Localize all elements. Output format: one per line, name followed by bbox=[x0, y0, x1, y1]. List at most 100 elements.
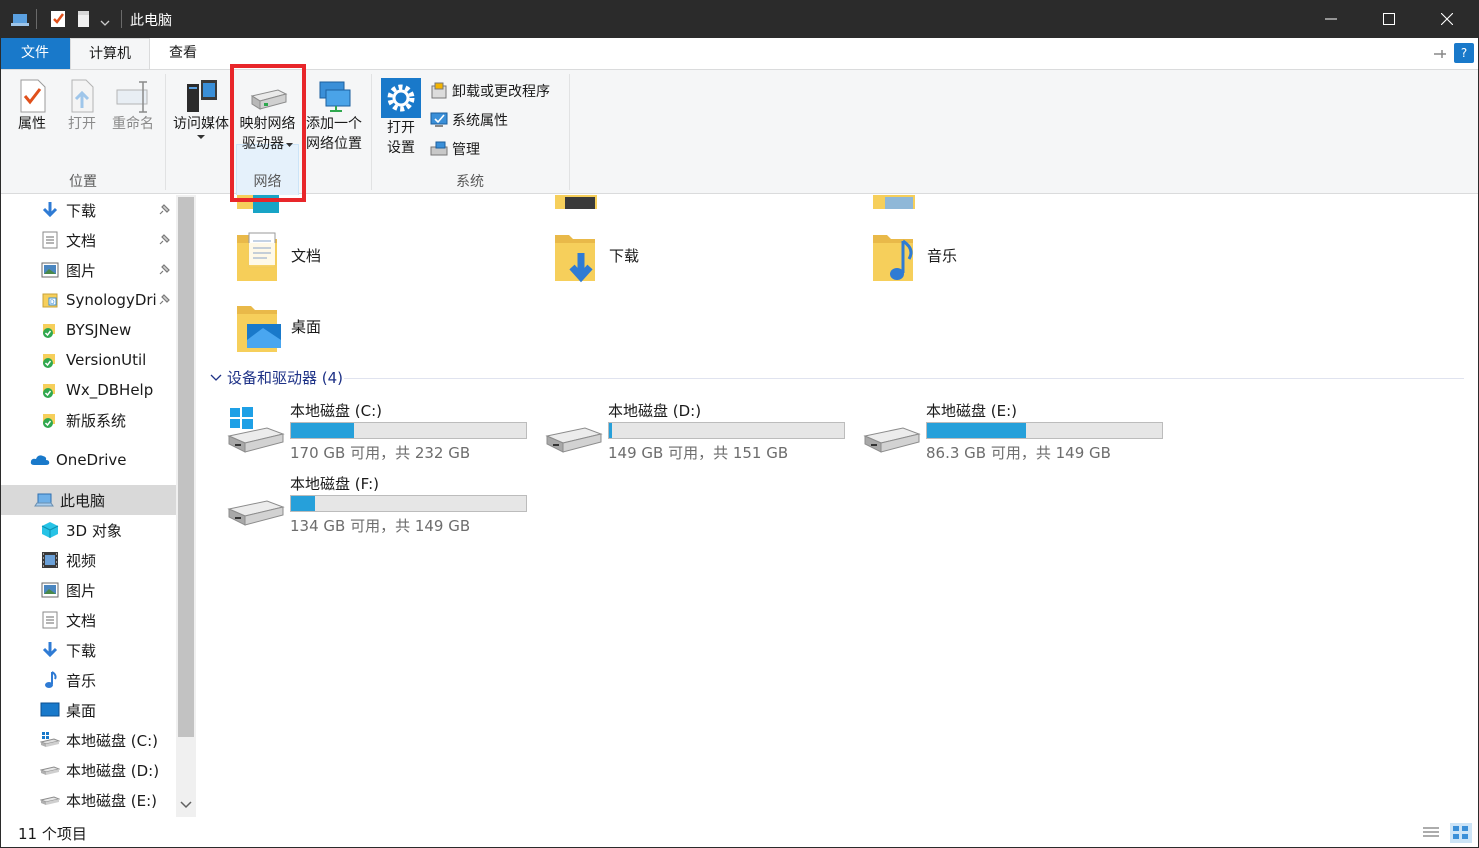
drive-usage-bar bbox=[290, 422, 527, 439]
nav-item[interactable]: 本地磁盘 (E:) bbox=[0, 785, 176, 815]
drive-item[interactable]: 本地磁盘 (E:) 86.3 GB 可用，共 149 GB bbox=[863, 400, 1173, 462]
nav-item-label: 3D 对象 bbox=[66, 521, 122, 540]
folder-icon bbox=[233, 232, 281, 289]
details-view-icon[interactable] bbox=[1422, 825, 1440, 841]
open-button[interactable]: 打开 bbox=[60, 78, 104, 134]
nav-item[interactable]: 下载 bbox=[0, 195, 176, 225]
nav-item-label: 下载 bbox=[66, 641, 97, 660]
folder-icon bbox=[551, 235, 599, 289]
nav-item-label: 图片 bbox=[66, 581, 97, 600]
nav-item-label: 文档 bbox=[66, 231, 97, 250]
nav-item-label: 新版系统 bbox=[66, 411, 127, 430]
uninstall-program-button[interactable]: 卸载或更改程序 bbox=[430, 79, 550, 103]
nav-item[interactable]: 下载 bbox=[0, 635, 176, 665]
nav-item[interactable]: BYSJNew bbox=[0, 315, 176, 345]
drive-icon bbox=[545, 400, 603, 460]
help-icon: ? bbox=[1460, 46, 1468, 60]
nav-item[interactable]: 本地磁盘 (C:) bbox=[0, 725, 176, 755]
open-settings-label-line2: 设置 bbox=[387, 140, 415, 156]
nav-item[interactable]: Wx_DBHelp bbox=[0, 375, 176, 405]
nav-item[interactable]: 本地磁盘 (D:) bbox=[0, 755, 176, 785]
picture-icon bbox=[40, 580, 60, 600]
pin-icon[interactable] bbox=[157, 293, 171, 311]
devices-section-header[interactable]: 设备和驱动器 (4) bbox=[209, 367, 1464, 388]
devices-header-label: 设备和驱动器 (4) bbox=[227, 369, 344, 387]
document-icon bbox=[40, 610, 60, 630]
nav-item-label: VersionUtil bbox=[66, 351, 147, 369]
nav-item[interactable]: 3D 对象 bbox=[0, 515, 176, 545]
this-pc-icon[interactable] bbox=[10, 8, 32, 30]
folder-item[interactable]: 音乐 bbox=[869, 229, 1169, 289]
folder-name: 下载 bbox=[609, 247, 640, 265]
pictures-folder-icon[interactable] bbox=[869, 195, 919, 213]
nav-item[interactable]: 桌面 bbox=[0, 695, 176, 725]
drive-item[interactable]: 本地磁盘 (D:) 149 GB 可用，共 151 GB bbox=[545, 400, 855, 462]
video-icon bbox=[40, 550, 60, 570]
content-pane: 文档 下载 音乐桌面 设备和驱动器 (4) 本地磁盘 (C:) 170 GB 可用，共… bbox=[197, 195, 1479, 817]
nav-item[interactable]: D SynologyDri bbox=[0, 285, 176, 315]
pin-icon[interactable] bbox=[157, 203, 171, 221]
nav-scrollbar[interactable] bbox=[176, 195, 196, 817]
nav-item[interactable]: 图片 bbox=[0, 255, 176, 285]
minimize-button[interactable] bbox=[1302, 0, 1360, 38]
nav-scroll-thumb[interactable] bbox=[178, 197, 194, 737]
pin-icon[interactable] bbox=[157, 263, 171, 281]
system-group-label: 系统 bbox=[456, 174, 484, 190]
access-media-button[interactable]: 访问媒体 bbox=[170, 78, 232, 140]
rename-label: 重命名 bbox=[112, 116, 154, 132]
nav-item-label: 此电脑 bbox=[60, 491, 106, 510]
scroll-down-icon[interactable] bbox=[180, 801, 192, 809]
pin-icon[interactable] bbox=[157, 233, 171, 251]
pin-ribbon-icon[interactable] bbox=[1432, 47, 1448, 61]
nav-item[interactable]: 图片 bbox=[0, 575, 176, 605]
drive-usage-fill bbox=[291, 496, 315, 511]
system-properties-icon bbox=[430, 112, 448, 127]
folder-item[interactable]: 桌面 bbox=[233, 300, 533, 360]
customize-qa-chevron-icon[interactable] bbox=[98, 8, 112, 30]
folder-item[interactable]: 文档 bbox=[233, 229, 533, 289]
item-count: 11 个项目 bbox=[18, 825, 87, 843]
maximize-button[interactable] bbox=[1360, 0, 1418, 38]
nav-item[interactable]: VersionUtil bbox=[0, 345, 176, 375]
windows-drive-icon bbox=[40, 730, 60, 750]
drive-item[interactable]: 本地磁盘 (F:) 134 GB 可用，共 149 GB bbox=[227, 473, 537, 535]
drive-item[interactable]: 本地磁盘 (C:) 170 GB 可用，共 232 GB bbox=[227, 400, 537, 462]
drive-usage-fill bbox=[927, 423, 1026, 438]
drive-icon bbox=[40, 760, 60, 780]
folder-item[interactable]: 下载 bbox=[551, 229, 851, 289]
folder-icon bbox=[233, 306, 281, 360]
open-settings-button[interactable]: 打开 设置 bbox=[378, 78, 424, 158]
manage-button[interactable]: 管理 bbox=[430, 137, 480, 161]
tab-view[interactable]: 查看 bbox=[150, 38, 216, 69]
properties-button[interactable]: 属性 bbox=[8, 78, 56, 134]
nav-item-this-pc-selected[interactable]: 此电脑 bbox=[0, 485, 176, 515]
new-folder-icon[interactable] bbox=[74, 8, 94, 30]
drive-name: 本地磁盘 (C:) bbox=[290, 402, 382, 420]
tab-computer[interactable]: 计算机 bbox=[70, 38, 150, 69]
nav-item[interactable]: 新版系统 bbox=[0, 405, 176, 435]
system-properties-button[interactable]: 系统属性 bbox=[430, 108, 508, 132]
title-separator bbox=[121, 10, 122, 28]
nav-item[interactable]: OneDrive bbox=[0, 445, 176, 475]
properties-check-icon[interactable] bbox=[48, 8, 68, 30]
nav-item[interactable]: 视频 bbox=[0, 545, 176, 575]
synced-folder-icon bbox=[40, 380, 60, 400]
dropdown-arrow-icon bbox=[197, 135, 205, 139]
nav-item[interactable]: 音乐 bbox=[0, 665, 176, 695]
nav-item[interactable]: 文档 bbox=[0, 225, 176, 255]
drive-icon bbox=[40, 790, 60, 810]
rename-button[interactable]: 重命名 bbox=[106, 78, 160, 134]
nav-item[interactable]: 文档 bbox=[0, 605, 176, 635]
3d-objects-icon bbox=[40, 520, 60, 540]
video-folder-icon[interactable] bbox=[551, 195, 601, 213]
close-button[interactable] bbox=[1418, 0, 1476, 38]
add-network-location-button[interactable]: 添加一个 网络位置 bbox=[303, 78, 365, 154]
properties-label: 属性 bbox=[18, 116, 46, 132]
help-button[interactable]: ? bbox=[1454, 43, 1474, 63]
tab-file[interactable]: 文件 bbox=[0, 38, 70, 69]
close-icon bbox=[1441, 13, 1453, 25]
nav-item-label: BYSJNew bbox=[66, 321, 132, 339]
svg-text:D: D bbox=[50, 299, 55, 306]
large-icons-view-icon[interactable] bbox=[1450, 823, 1472, 843]
download-icon bbox=[40, 200, 60, 220]
